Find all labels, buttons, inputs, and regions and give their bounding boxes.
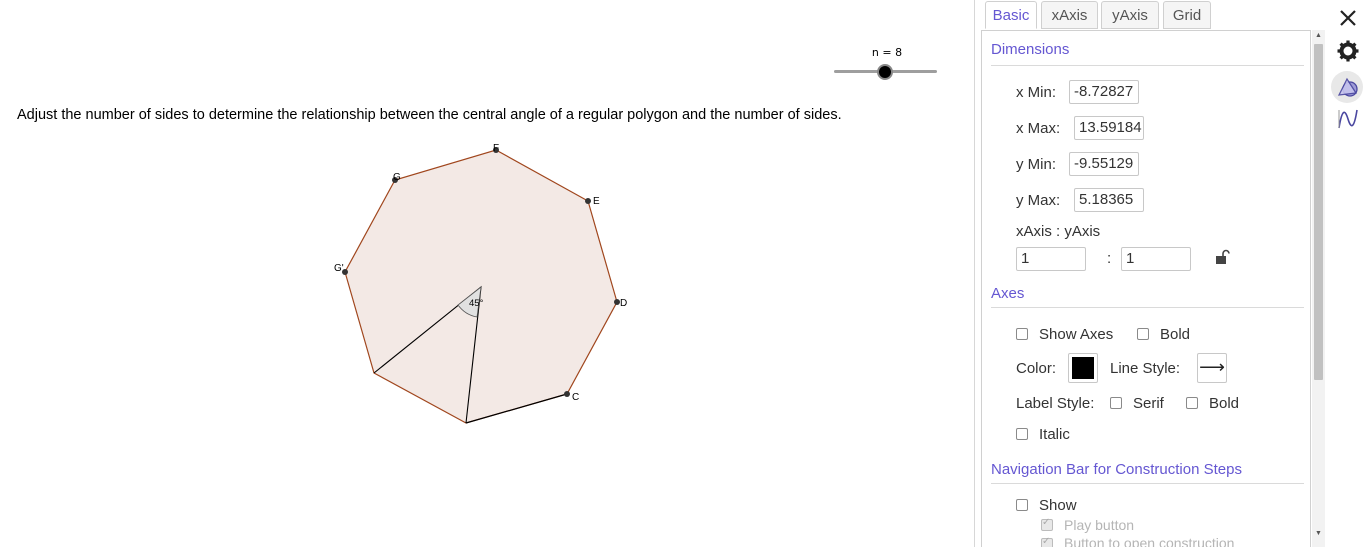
- scroll-up-arrow[interactable]: ▲: [1314, 32, 1323, 39]
- ratio-separator: :: [1107, 250, 1112, 267]
- y-min-input[interactable]: -9.55129: [1069, 152, 1139, 176]
- vertex-point-c[interactable]: [564, 391, 570, 397]
- tab-grid[interactable]: Grid: [1163, 1, 1211, 29]
- scroll-down-arrow[interactable]: ▼: [1314, 530, 1323, 537]
- vertex-label-e: E: [593, 196, 600, 207]
- color-swatch: [1072, 357, 1094, 379]
- show-axes-label: Show Axes: [1039, 326, 1114, 343]
- axes-color-button[interactable]: [1068, 353, 1098, 383]
- show-nav-bar-label: Show: [1039, 497, 1077, 514]
- graphics-view-icon[interactable]: [1336, 75, 1360, 99]
- x-min-input[interactable]: -8.72827: [1069, 80, 1139, 104]
- properties-sidebar: [1328, 0, 1366, 547]
- divider: [991, 307, 1304, 308]
- vertex-label-g: G: [393, 172, 401, 183]
- tab-basic[interactable]: Basic: [985, 1, 1037, 29]
- italic-label: Italic: [1039, 426, 1070, 443]
- close-icon[interactable]: [1336, 6, 1360, 30]
- label-bold-checkbox[interactable]: [1186, 397, 1198, 409]
- axis-ratio-label: xAxis : yAxis: [1016, 223, 1101, 240]
- vertex-label-d: D: [620, 298, 627, 309]
- serif-checkbox[interactable]: [1110, 397, 1122, 409]
- tab-yaxis[interactable]: yAxis: [1101, 1, 1159, 29]
- divider: [991, 65, 1304, 66]
- x-min-label: x Min:: [1016, 84, 1057, 101]
- unlock-icon[interactable]: [1214, 249, 1230, 265]
- x-max-input[interactable]: 13.59184: [1074, 116, 1144, 140]
- vertex-label-f: F: [493, 143, 499, 154]
- italic-checkbox[interactable]: [1016, 428, 1028, 440]
- gear-icon[interactable]: [1336, 39, 1360, 63]
- navigation-bar-heading: Navigation Bar for Construction Steps: [991, 461, 1242, 478]
- vertex-label-c: C: [572, 392, 579, 403]
- ratio-y-input[interactable]: 1: [1121, 247, 1191, 271]
- tab-xaxis[interactable]: xAxis: [1041, 1, 1098, 29]
- label-style-label: Label Style:: [1016, 395, 1095, 412]
- y-max-label: y Max:: [1016, 192, 1061, 209]
- dimensions-heading: Dimensions: [991, 41, 1070, 58]
- play-button-checkbox[interactable]: [1041, 517, 1053, 531]
- x-max-label: x Max:: [1016, 120, 1061, 137]
- open-construction-label: Button to open construction: [1064, 535, 1235, 547]
- algebra-graph-icon[interactable]: [1336, 107, 1360, 131]
- label-bold-label: Bold: [1209, 395, 1240, 412]
- properties-panel: Basic xAxis yAxis Grid Dimensions x Min:…: [975, 0, 1328, 547]
- vertex-label-g-prime: G': [334, 263, 344, 274]
- graphics-view[interactable]: n = 8 Adjust the number of sides to dete…: [0, 0, 974, 547]
- play-button-label: Play button: [1064, 517, 1135, 533]
- ratio-x-input[interactable]: 1: [1016, 247, 1086, 271]
- octagon-drawing[interactable]: C D E F G G' 45°: [0, 0, 974, 547]
- serif-label: Serif: [1133, 395, 1164, 412]
- divider: [991, 483, 1304, 484]
- color-label: Color:: [1016, 360, 1057, 377]
- open-construction-checkbox[interactable]: [1041, 536, 1053, 547]
- show-nav-bar-checkbox[interactable]: [1016, 499, 1028, 511]
- y-min-label: y Min:: [1016, 156, 1057, 173]
- basic-tab-content: Dimensions x Min: -8.72827 x Max: 13.591…: [981, 30, 1311, 547]
- axes-bold-checkbox[interactable]: [1137, 328, 1149, 340]
- show-axes-checkbox[interactable]: [1016, 328, 1028, 340]
- vertex-point-e[interactable]: [585, 198, 591, 204]
- line-style-label: Line Style:: [1110, 360, 1181, 377]
- line-style-button[interactable]: ⟶: [1197, 353, 1227, 383]
- panel-scrollbar[interactable]: ▲ ▼: [1312, 30, 1325, 547]
- axes-bold-label: Bold: [1160, 326, 1191, 343]
- angle-label: 45°: [469, 298, 484, 309]
- y-max-input[interactable]: 5.18365: [1074, 188, 1144, 212]
- scroll-thumb[interactable]: [1314, 44, 1323, 380]
- axes-heading: Axes: [991, 285, 1025, 302]
